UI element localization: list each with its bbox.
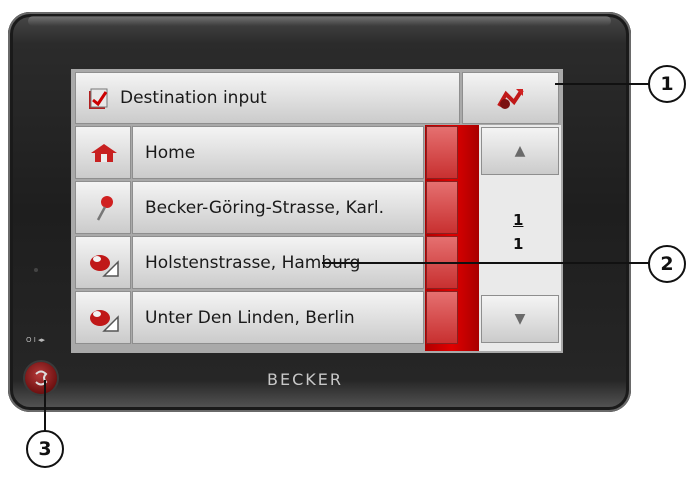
list-item-marker: [426, 181, 458, 234]
chevron-down-icon: ▼: [514, 311, 526, 327]
page-current: 1: [513, 211, 524, 229]
power-label: O I ◂▸: [26, 336, 46, 344]
page-title: Destination input: [120, 88, 267, 108]
map-button[interactable]: [462, 72, 559, 124]
callout-3: 3: [26, 430, 64, 468]
header-bar: Destination input: [75, 72, 460, 124]
screen: Destination input Home Becker-Göring-Str…: [71, 69, 563, 353]
list-item-label: Home: [145, 142, 196, 163]
list-item-marker: [426, 291, 458, 344]
destination-icon: [90, 310, 119, 332]
list-item[interactable]: Becker-Göring-Strasse, Karl.: [132, 181, 424, 234]
destination-input-icon: [89, 88, 108, 109]
list-item-icon-cell: [75, 126, 131, 179]
list-item-marker: [426, 126, 458, 179]
chevron-up-icon: ▲: [514, 143, 526, 159]
list-item-icon-cell: [75, 181, 131, 234]
light-sensor: [34, 268, 38, 272]
list-item-label: Unter Den Linden, Berlin: [145, 307, 355, 328]
home-icon: [91, 144, 117, 162]
list-item[interactable]: Unter Den Linden, Berlin: [132, 291, 424, 344]
callout-1: 1: [648, 65, 686, 103]
scroll-up-button[interactable]: ▲: [481, 127, 559, 175]
callout-line: [322, 262, 650, 264]
callout-2: 2: [648, 245, 686, 283]
list-item-icon-cell: [75, 236, 131, 289]
pin-icon: [96, 196, 113, 221]
callout-line: [44, 380, 46, 432]
bezel-highlight: [28, 16, 611, 26]
power-icon: [35, 370, 48, 386]
scroll-down-button[interactable]: ▼: [481, 295, 559, 343]
list-item-label: Becker-Göring-Strasse, Karl.: [145, 197, 385, 218]
power-button[interactable]: [25, 362, 57, 394]
callout-line: [555, 83, 650, 85]
map-route-icon: [497, 88, 524, 109]
brand-logo: BECKER: [267, 370, 343, 389]
destination-icon: [90, 255, 119, 277]
page-total: 1: [513, 235, 524, 253]
list-item[interactable]: Home: [132, 126, 424, 179]
list-item-icon-cell: [75, 291, 131, 344]
